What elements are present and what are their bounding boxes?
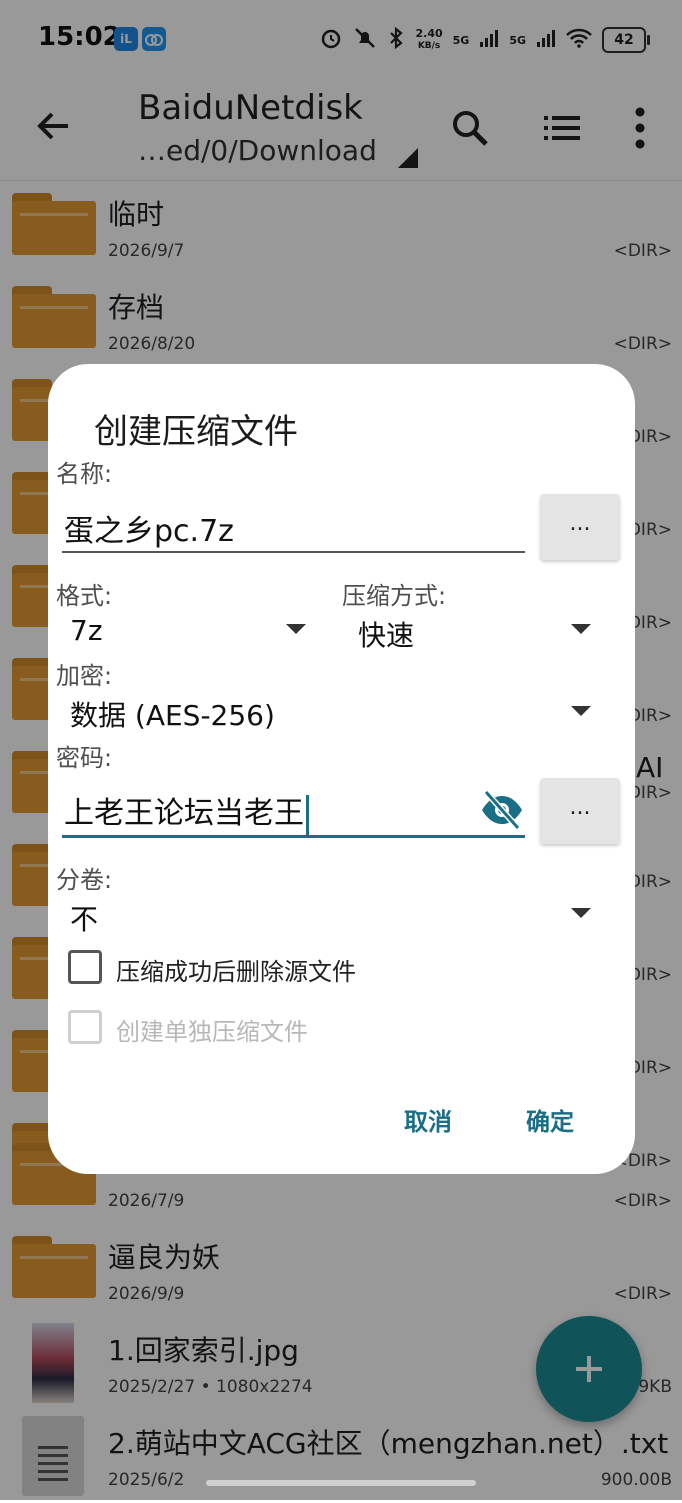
password-label: 密码: — [56, 744, 113, 772]
split-dropdown-arrow-icon[interactable] — [571, 908, 591, 918]
encryption-dropdown-arrow-icon[interactable] — [571, 706, 591, 716]
password-input[interactable]: 上老王论坛当老王 — [64, 788, 309, 835]
name-input-underline — [62, 551, 525, 553]
separate-archives-checkbox — [68, 1010, 102, 1044]
method-dropdown-arrow-icon[interactable] — [571, 624, 591, 634]
compression-method-select[interactable]: 快速 — [358, 614, 414, 654]
delete-source-checkbox[interactable] — [68, 950, 102, 984]
compression-method-label: 压缩方式: — [342, 582, 447, 610]
delete-source-label[interactable]: 压缩成功后删除源文件 — [116, 952, 356, 987]
ok-button[interactable]: 确定 — [526, 1102, 574, 1137]
encryption-select[interactable]: 数据 (AES-256) — [70, 694, 275, 734]
cancel-button[interactable]: 取消 — [404, 1102, 452, 1137]
browse-name-button[interactable]: ... — [540, 494, 620, 560]
visibility-off-icon[interactable] — [480, 788, 524, 832]
password-text: 上老王论坛当老王 — [64, 796, 304, 831]
archive-name-input[interactable]: 蛋之乡pc.7z — [64, 506, 234, 550]
create-archive-dialog: 创建压缩文件 名称: 蛋之乡pc.7z ... 格式: 7z 压缩方式: 快速 … — [48, 364, 635, 1174]
home-indicator[interactable] — [206, 1480, 476, 1486]
text-cursor — [306, 794, 309, 835]
separate-archives-label: 创建单独压缩文件 — [116, 1018, 308, 1046]
format-label: 格式: — [56, 582, 113, 610]
split-label: 分卷: — [56, 866, 113, 894]
format-select[interactable]: 7z — [70, 614, 103, 647]
password-options-button[interactable]: ... — [540, 778, 620, 844]
split-select[interactable]: 不 — [70, 898, 98, 938]
password-input-underline — [62, 835, 525, 838]
name-label: 名称: — [56, 460, 113, 488]
format-dropdown-arrow-icon[interactable] — [286, 624, 306, 634]
dialog-title: 创建压缩文件 — [94, 412, 298, 452]
encryption-label: 加密: — [56, 662, 113, 690]
